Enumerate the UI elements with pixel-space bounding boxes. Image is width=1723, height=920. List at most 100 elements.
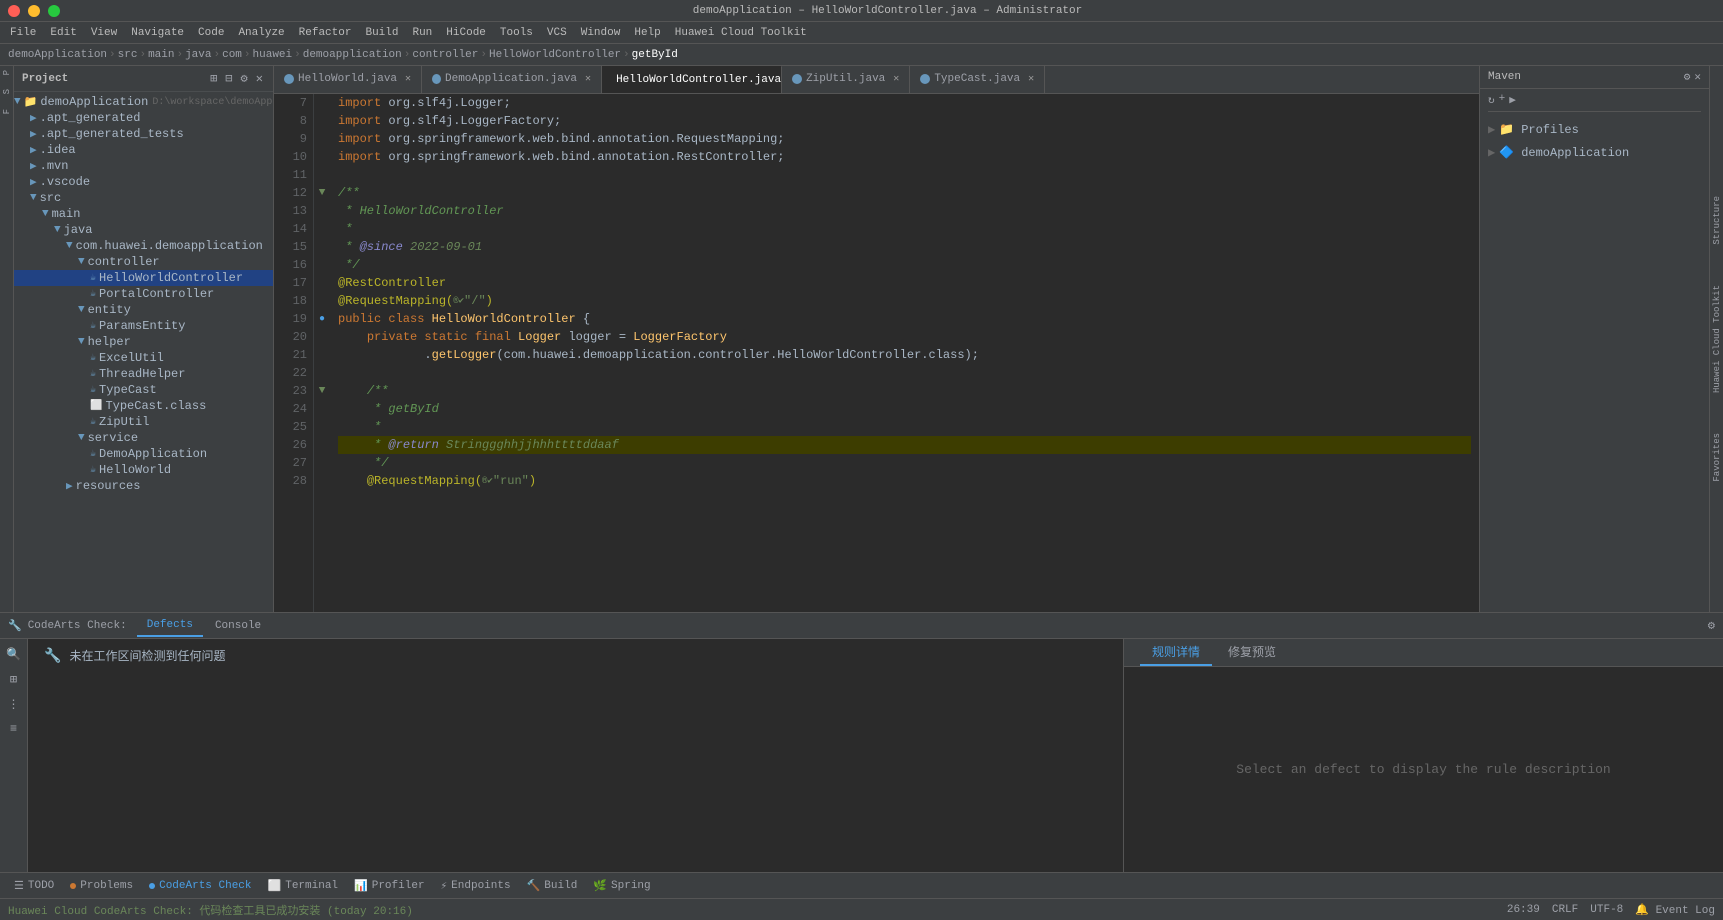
tree-item-idea[interactable]: ▶ .idea xyxy=(14,142,273,158)
toolbar-codearts[interactable]: CodeArts Check xyxy=(143,878,257,894)
defects-filter-icon[interactable]: ⊞ xyxy=(10,672,17,687)
fold-icon-23[interactable]: ▼ xyxy=(319,385,326,397)
tree-item-src[interactable]: ▼ src xyxy=(14,190,273,206)
tree-item-entity[interactable]: ▼ entity xyxy=(14,302,273,318)
tree-item-controller[interactable]: ▼ controller xyxy=(14,254,273,270)
menu-file[interactable]: File xyxy=(4,25,42,41)
toolbar-todo[interactable]: ☰ TODO xyxy=(8,877,60,895)
menu-code[interactable]: Code xyxy=(192,25,230,41)
maven-item-demoapplication[interactable]: ▶ 🔷 demoApplication xyxy=(1488,143,1701,162)
tree-item-apt-tests[interactable]: ▶ .apt_generated_tests xyxy=(14,126,273,142)
fold-icon-12[interactable]: ▼ xyxy=(319,187,326,199)
tab-close-typecast[interactable]: ✕ xyxy=(1028,73,1034,85)
menu-huawei-cloud[interactable]: Huawei Cloud Toolkit xyxy=(669,25,813,41)
window-controls[interactable] xyxy=(8,5,60,17)
tab-demoapplication[interactable]: DemoApplication.java ✕ xyxy=(422,66,602,93)
menu-view[interactable]: View xyxy=(85,25,123,41)
tree-item-typecast[interactable]: ☕ TypeCast xyxy=(14,382,273,398)
maven-refresh-icon[interactable]: ↻ xyxy=(1488,93,1495,107)
toolbar-terminal[interactable]: ⬜ Terminal xyxy=(262,877,345,895)
tree-item-excelutil[interactable]: ☕ ExcelUtil xyxy=(14,350,273,366)
toolbar-profiler[interactable]: 📊 Profiler xyxy=(348,877,431,895)
menu-hicode[interactable]: HiCode xyxy=(440,25,492,41)
toolbar-problems[interactable]: Problems xyxy=(64,878,139,894)
tree-item-helloworld[interactable]: ☕ HelloWorld xyxy=(14,462,273,478)
tree-item-threadhelper[interactable]: ☕ ThreadHelper xyxy=(14,366,273,382)
tree-item-com-huawei[interactable]: ▼ com.huawei.demoapplication xyxy=(14,238,273,254)
panel-expand-icon[interactable]: ⊞ xyxy=(208,70,219,87)
status-cursor[interactable]: 26:39 xyxy=(1507,904,1540,916)
maven-close-icon[interactable]: ✕ xyxy=(1694,70,1701,84)
breadcrumb-demoapplication2[interactable]: demoapplication xyxy=(303,49,402,61)
menu-navigate[interactable]: Navigate xyxy=(125,25,190,41)
bottom-tab-defects[interactable]: Defects xyxy=(137,615,203,637)
maven-add-icon[interactable]: + xyxy=(1499,93,1506,107)
menu-build[interactable]: Build xyxy=(359,25,404,41)
tab-helloworldcontroller[interactable]: HelloWorldController.java ✕ xyxy=(602,66,782,93)
tree-item-paramsentity[interactable]: ☕ ParamsEntity xyxy=(14,318,273,334)
tree-item-service[interactable]: ▼ service xyxy=(14,430,273,446)
defects-scan-icon[interactable]: 🔍 xyxy=(6,647,21,662)
menu-analyze[interactable]: Analyze xyxy=(232,25,290,41)
huawei-cloud-label[interactable]: Huawei Cloud Toolkit xyxy=(1712,285,1722,393)
menu-tools[interactable]: Tools xyxy=(494,25,539,41)
minimize-button[interactable] xyxy=(28,5,40,17)
defects-align-icon[interactable]: ≡ xyxy=(10,722,17,736)
tree-item-typecast-class[interactable]: ⬜ TypeCast.class xyxy=(14,398,273,414)
breadcrumb-src[interactable]: src xyxy=(118,49,138,61)
bottom-tab-console[interactable]: Console xyxy=(205,616,271,636)
defects-sort-icon[interactable]: ⋮ xyxy=(8,697,20,712)
rule-desc-tab-preview[interactable]: 修复预览 xyxy=(1216,639,1288,666)
tab-typecast[interactable]: TypeCast.java ✕ xyxy=(910,66,1045,93)
rule-desc-tab-detail[interactable]: 规则详情 xyxy=(1140,639,1212,666)
tab-ziputil[interactable]: ZipUtil.java ✕ xyxy=(782,66,910,93)
code-content[interactable]: import org.slf4j.Logger; import org.slf4… xyxy=(330,94,1479,612)
bottom-panel-settings-icon[interactable]: ⚙ xyxy=(1708,618,1715,633)
maven-item-profiles[interactable]: ▶ 📁 Profiles xyxy=(1488,120,1701,139)
breadcrumb-helloworldcontroller[interactable]: HelloWorldController xyxy=(489,49,621,61)
favorites-label[interactable]: Favorites xyxy=(1712,433,1722,482)
menu-window[interactable]: Window xyxy=(575,25,627,41)
breadcrumb-main[interactable]: main xyxy=(148,49,174,61)
panel-collapse-icon[interactable]: ⊟ xyxy=(223,70,234,87)
tree-item-helloworldcontroller[interactable]: ☕ HelloWorldController xyxy=(14,270,273,286)
tree-item-java[interactable]: ▼ java xyxy=(14,222,273,238)
maven-settings-icon[interactable]: ⚙ xyxy=(1684,70,1691,84)
status-encoding[interactable]: UTF-8 xyxy=(1590,904,1623,916)
tree-item-apt[interactable]: ▶ .apt_generated xyxy=(14,110,273,126)
toolbar-endpoints[interactable]: ⚡ Endpoints xyxy=(435,877,517,895)
tab-close-demoapplication[interactable]: ✕ xyxy=(585,73,591,85)
maximize-button[interactable] xyxy=(48,5,60,17)
tree-item-main[interactable]: ▼ main xyxy=(14,206,273,222)
breadcrumb-controller[interactable]: controller xyxy=(412,49,478,61)
panel-settings-icon[interactable]: ⚙ xyxy=(239,70,250,87)
panel-close-icon[interactable]: ✕ xyxy=(254,70,265,87)
toolbar-build[interactable]: 🔨 Build xyxy=(521,877,584,895)
structure-label[interactable]: Structure xyxy=(1712,196,1722,245)
tree-item-portalcontroller[interactable]: ☕ PortalController xyxy=(14,286,273,302)
tab-close-ziputil[interactable]: ✕ xyxy=(893,73,899,85)
breadcrumb-demoapplication[interactable]: demoApplication xyxy=(8,49,107,61)
breadcrumb-com[interactable]: com xyxy=(222,49,242,61)
tree-item-helper[interactable]: ▼ helper xyxy=(14,334,273,350)
status-event-log[interactable]: 🔔 Event Log xyxy=(1635,903,1715,917)
menu-refactor[interactable]: Refactor xyxy=(293,25,358,41)
structure-strip-label[interactable]: S xyxy=(2,89,12,94)
project-strip-label[interactable]: P xyxy=(2,70,12,75)
status-line-ending[interactable]: CRLF xyxy=(1552,904,1578,916)
maven-run-icon[interactable]: ▶ xyxy=(1509,93,1516,107)
tree-item-vscode[interactable]: ▶ .vscode xyxy=(14,174,273,190)
close-button[interactable] xyxy=(8,5,20,17)
tree-item-resources[interactable]: ▶ resources xyxy=(14,478,273,494)
favorites-strip-label[interactable]: F xyxy=(2,109,12,114)
menu-help[interactable]: Help xyxy=(628,25,666,41)
menu-edit[interactable]: Edit xyxy=(44,25,82,41)
tab-helloworld[interactable]: HelloWorld.java ✕ xyxy=(274,66,422,93)
menu-vcs[interactable]: VCS xyxy=(541,25,573,41)
tree-item-ziputil[interactable]: ☕ ZipUtil xyxy=(14,414,273,430)
breadcrumb-java[interactable]: java xyxy=(185,49,211,61)
breadcrumb-getbyid[interactable]: getById xyxy=(632,49,678,61)
tree-item-root[interactable]: ▼ 📁 demoApplication D:\workspace\demoApp… xyxy=(14,94,273,110)
tree-item-mvn[interactable]: ▶ .mvn xyxy=(14,158,273,174)
tab-close-helloworld[interactable]: ✕ xyxy=(405,73,411,85)
